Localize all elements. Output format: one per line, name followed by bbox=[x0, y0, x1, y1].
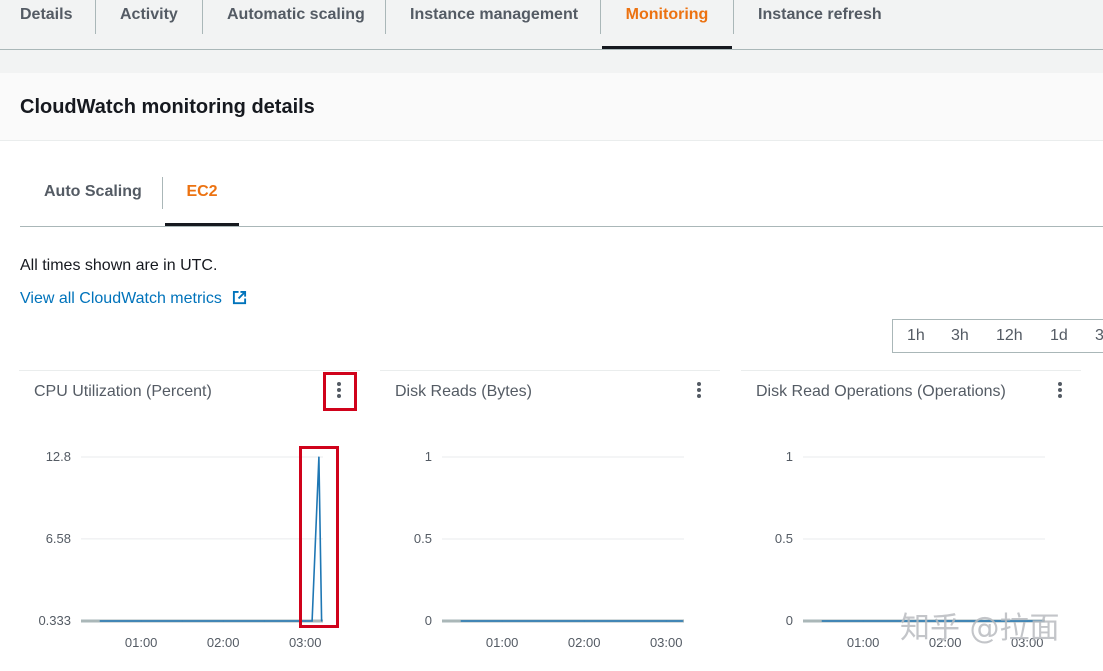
data-point bbox=[583, 620, 585, 622]
tab-instance-refresh[interactable]: Instance refresh bbox=[758, 0, 882, 49]
data-point bbox=[682, 620, 684, 622]
tab-auto-scaling[interactable]: Auto Scaling bbox=[44, 183, 142, 226]
x-tick-label: 01:00 bbox=[486, 635, 519, 650]
range-1h[interactable]: 1h bbox=[907, 327, 925, 345]
range-1d[interactable]: 1d bbox=[1050, 327, 1068, 345]
x-tick-label: 03:00 bbox=[650, 635, 683, 650]
link-label: View all CloudWatch metrics bbox=[20, 290, 222, 307]
data-point bbox=[222, 620, 224, 622]
range-3[interactable]: 3 bbox=[1095, 327, 1103, 345]
tab-ec2[interactable]: EC2 bbox=[165, 183, 239, 226]
view-cloudwatch-metrics-link[interactable]: View all CloudWatch metrics bbox=[20, 290, 247, 308]
data-point bbox=[862, 620, 864, 622]
data-point bbox=[263, 620, 265, 622]
tab-details[interactable]: Details bbox=[20, 0, 72, 49]
disk-reads-widget: Disk Reads (Bytes) 1 0.5 0 01:00 02:00 03:00 bbox=[380, 370, 720, 671]
tab-divider bbox=[202, 0, 203, 34]
tab-divider bbox=[600, 0, 601, 34]
range-3h[interactable]: 3h bbox=[951, 327, 969, 345]
panel-title: CloudWatch monitoring details bbox=[20, 96, 315, 118]
watermark: 知乎 @拉面 bbox=[900, 611, 1060, 646]
data-point bbox=[460, 620, 462, 622]
y-tick-label: 12.8 bbox=[46, 449, 71, 464]
y-tick-label: 1 bbox=[786, 449, 793, 464]
utc-note: All times shown are in UTC. bbox=[20, 257, 218, 274]
data-point bbox=[181, 620, 183, 622]
x-tick-label: 02:00 bbox=[207, 635, 240, 650]
x-tick-label: 01:00 bbox=[125, 635, 158, 650]
y-tick-label: 0.5 bbox=[414, 531, 432, 546]
y-tick-label: 0 bbox=[786, 613, 793, 628]
panel-header: CloudWatch monitoring details bbox=[0, 73, 1103, 141]
tab-instance-management[interactable]: Instance management bbox=[410, 0, 578, 49]
tab-divider bbox=[733, 0, 734, 34]
data-point bbox=[665, 620, 667, 622]
y-tick-label: 1 bbox=[425, 449, 432, 464]
data-point bbox=[99, 620, 101, 622]
x-tick-label: 02:00 bbox=[568, 635, 601, 650]
y-tick-label: 0.333 bbox=[38, 613, 71, 628]
range-12h[interactable]: 12h bbox=[996, 327, 1023, 345]
tab-activity[interactable]: Activity bbox=[120, 0, 178, 49]
tab-divider bbox=[95, 0, 96, 34]
sub-tab-bar: Auto Scaling EC2 bbox=[20, 170, 1103, 227]
y-tick-label: 6.58 bbox=[46, 531, 71, 546]
data-point bbox=[501, 620, 503, 622]
tab-automatic-scaling[interactable]: Automatic scaling bbox=[227, 0, 365, 49]
tab-divider bbox=[162, 177, 163, 209]
disk-reads-chart: 1 0.5 0 01:00 02:00 03:00 bbox=[414, 449, 684, 650]
menu-highlight-box bbox=[323, 372, 357, 411]
data-point bbox=[821, 620, 823, 622]
content-gap bbox=[0, 50, 1103, 73]
external-link-icon bbox=[233, 290, 247, 305]
spike-highlight-box bbox=[299, 446, 339, 628]
x-tick-label: 03:00 bbox=[289, 635, 322, 650]
data-point bbox=[140, 620, 142, 622]
time-range-selector: 1h 3h 12h 1d 3 bbox=[892, 319, 1103, 353]
tab-divider bbox=[385, 0, 386, 34]
tab-monitoring[interactable]: Monitoring bbox=[602, 0, 732, 49]
y-tick-label: 0 bbox=[425, 613, 432, 628]
y-tick-label: 0.5 bbox=[775, 531, 793, 546]
top-tab-bar: Details Activity Automatic scaling Insta… bbox=[0, 0, 1103, 50]
x-tick-label: 01:00 bbox=[847, 635, 880, 650]
